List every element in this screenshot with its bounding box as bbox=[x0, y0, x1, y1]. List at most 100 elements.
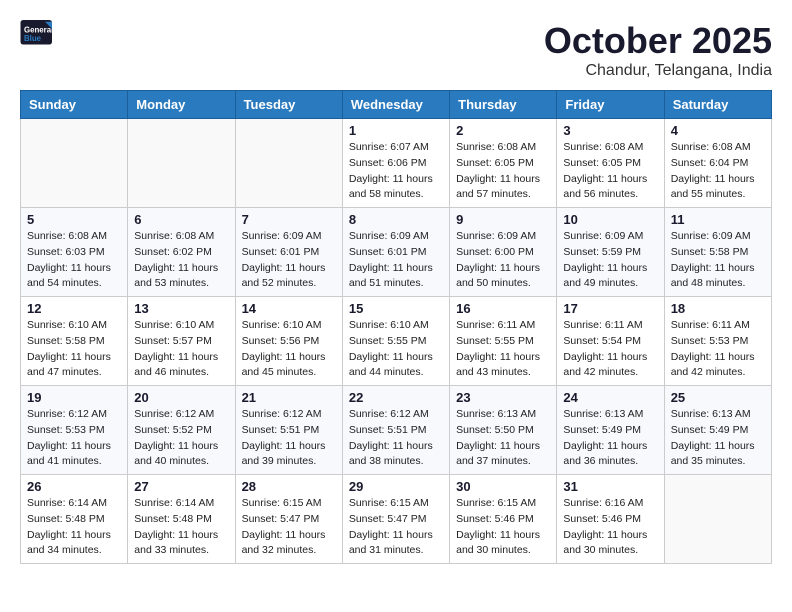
day-info: Sunrise: 6:07 AMSunset: 6:06 PMDaylight:… bbox=[349, 140, 443, 203]
calendar-cell: 10Sunrise: 6:09 AMSunset: 5:59 PMDayligh… bbox=[557, 208, 664, 297]
calendar-cell bbox=[128, 119, 235, 208]
weekday-header-saturday: Saturday bbox=[664, 91, 771, 119]
day-info: Sunrise: 6:11 AMSunset: 5:54 PMDaylight:… bbox=[563, 318, 657, 381]
day-number: 30 bbox=[456, 479, 550, 494]
day-info: Sunrise: 6:10 AMSunset: 5:56 PMDaylight:… bbox=[242, 318, 336, 381]
day-info: Sunrise: 6:13 AMSunset: 5:50 PMDaylight:… bbox=[456, 407, 550, 470]
day-info: Sunrise: 6:12 AMSunset: 5:51 PMDaylight:… bbox=[242, 407, 336, 470]
day-info: Sunrise: 6:12 AMSunset: 5:53 PMDaylight:… bbox=[27, 407, 121, 470]
day-number: 4 bbox=[671, 123, 765, 138]
day-number: 16 bbox=[456, 301, 550, 316]
day-info: Sunrise: 6:09 AMSunset: 6:00 PMDaylight:… bbox=[456, 229, 550, 292]
weekday-header-row: SundayMondayTuesdayWednesdayThursdayFrid… bbox=[21, 91, 772, 119]
day-number: 1 bbox=[349, 123, 443, 138]
calendar-cell: 7 Sunrise: 6:09 AMSunset: 6:01 PMDaylight… bbox=[235, 208, 342, 297]
svg-text:Blue: Blue bbox=[24, 34, 42, 43]
calendar-cell: 15 Sunrise: 6:10 AMSunset: 5:55 PMDayligh… bbox=[342, 297, 449, 386]
weekday-header-monday: Monday bbox=[128, 91, 235, 119]
day-number: 19 bbox=[27, 390, 121, 405]
day-number: 17 bbox=[563, 301, 657, 316]
day-info: Sunrise: 6:08 AMSunset: 6:05 PMDaylight:… bbox=[456, 140, 550, 203]
calendar-cell: 18Sunrise: 6:11 AMSunset: 5:53 PMDayligh… bbox=[664, 297, 771, 386]
day-number: 7 bbox=[242, 212, 336, 227]
day-info: Sunrise: 6:12 AMSunset: 5:51 PMDaylight:… bbox=[349, 407, 443, 470]
day-info: Sunrise: 6:11 AMSunset: 5:53 PMDaylight:… bbox=[671, 318, 765, 381]
day-number: 15 bbox=[349, 301, 443, 316]
day-info: Sunrise: 6:13 AMSunset: 5:49 PMDaylight:… bbox=[671, 407, 765, 470]
title-area: October 2025 Chandur, Telangana, India bbox=[544, 20, 772, 80]
day-number: 31 bbox=[563, 479, 657, 494]
calendar-cell: 27 Sunrise: 6:14 AMSunset: 5:48 PMDayligh… bbox=[128, 475, 235, 564]
day-number: 11 bbox=[671, 212, 765, 227]
day-number: 2 bbox=[456, 123, 550, 138]
calendar-cell: 28 Sunrise: 6:15 AMSunset: 5:47 PMDayligh… bbox=[235, 475, 342, 564]
day-info: Sunrise: 6:15 AMSunset: 5:47 PMDaylight:… bbox=[242, 496, 336, 559]
day-number: 27 bbox=[134, 479, 228, 494]
day-number: 23 bbox=[456, 390, 550, 405]
calendar-table: SundayMondayTuesdayWednesdayThursdayFrid… bbox=[20, 90, 772, 564]
day-info: Sunrise: 6:10 AMSunset: 5:55 PMDaylight:… bbox=[349, 318, 443, 381]
calendar-cell: 3 Sunrise: 6:08 AMSunset: 6:05 PMDaylight… bbox=[557, 119, 664, 208]
day-number: 10 bbox=[563, 212, 657, 227]
svg-text:General: General bbox=[24, 25, 53, 34]
calendar-cell bbox=[235, 119, 342, 208]
day-info: Sunrise: 6:08 AMSunset: 6:03 PMDaylight:… bbox=[27, 229, 121, 292]
day-info: Sunrise: 6:10 AMSunset: 5:57 PMDaylight:… bbox=[134, 318, 228, 381]
calendar-week-5: 26Sunrise: 6:14 AMSunset: 5:48 PMDayligh… bbox=[21, 475, 772, 564]
day-info: Sunrise: 6:11 AMSunset: 5:55 PMDaylight:… bbox=[456, 318, 550, 381]
day-info: Sunrise: 6:10 AMSunset: 5:58 PMDaylight:… bbox=[27, 318, 121, 381]
calendar-cell: 19 Sunrise: 6:12 AMSunset: 5:53 PMDayligh… bbox=[21, 386, 128, 475]
day-info: Sunrise: 6:09 AMSunset: 6:01 PMDaylight:… bbox=[349, 229, 443, 292]
day-number: 5 bbox=[27, 212, 121, 227]
day-info: Sunrise: 6:16 AMSunset: 5:46 PMDaylight:… bbox=[563, 496, 657, 559]
calendar-cell: 23 Sunrise: 6:13 AMSunset: 5:50 PMDayligh… bbox=[450, 386, 557, 475]
weekday-header-sunday: Sunday bbox=[21, 91, 128, 119]
day-number: 14 bbox=[242, 301, 336, 316]
day-info: Sunrise: 6:08 AMSunset: 6:02 PMDaylight:… bbox=[134, 229, 228, 292]
calendar-cell: 4 Sunrise: 6:08 AMSunset: 6:04 PMDaylight… bbox=[664, 119, 771, 208]
calendar-cell: 22 Sunrise: 6:12 AMSunset: 5:51 PMDayligh… bbox=[342, 386, 449, 475]
day-number: 22 bbox=[349, 390, 443, 405]
calendar-week-4: 19 Sunrise: 6:12 AMSunset: 5:53 PMDayligh… bbox=[21, 386, 772, 475]
calendar-cell: 17 Sunrise: 6:11 AMSunset: 5:54 PMDayligh… bbox=[557, 297, 664, 386]
calendar-cell: 20 Sunrise: 6:12 AMSunset: 5:52 PMDayligh… bbox=[128, 386, 235, 475]
calendar-cell: 6Sunrise: 6:08 AMSunset: 6:02 PMDaylight… bbox=[128, 208, 235, 297]
calendar-cell: 21 Sunrise: 6:12 AMSunset: 5:51 PMDayligh… bbox=[235, 386, 342, 475]
calendar-cell: 5 Sunrise: 6:08 AMSunset: 6:03 PMDaylight… bbox=[21, 208, 128, 297]
calendar-cell: 9 Sunrise: 6:09 AMSunset: 6:00 PMDaylight… bbox=[450, 208, 557, 297]
calendar-cell: 12 Sunrise: 6:10 AMSunset: 5:58 PMDayligh… bbox=[21, 297, 128, 386]
day-info: Sunrise: 6:09 AMSunset: 6:01 PMDaylight:… bbox=[242, 229, 336, 292]
weekday-header-thursday: Thursday bbox=[450, 91, 557, 119]
day-info: Sunrise: 6:15 AMSunset: 5:47 PMDaylight:… bbox=[349, 496, 443, 559]
calendar-cell: 16 Sunrise: 6:11 AMSunset: 5:55 PMDayligh… bbox=[450, 297, 557, 386]
weekday-header-friday: Friday bbox=[557, 91, 664, 119]
calendar-cell: 31 Sunrise: 6:16 AMSunset: 5:46 PMDayligh… bbox=[557, 475, 664, 564]
day-info: Sunrise: 6:08 AMSunset: 6:05 PMDaylight:… bbox=[563, 140, 657, 203]
calendar-week-2: 5 Sunrise: 6:08 AMSunset: 6:03 PMDaylight… bbox=[21, 208, 772, 297]
day-number: 12 bbox=[27, 301, 121, 316]
day-number: 20 bbox=[134, 390, 228, 405]
day-number: 3 bbox=[563, 123, 657, 138]
calendar-subtitle: Chandur, Telangana, India bbox=[544, 62, 772, 80]
day-number: 29 bbox=[349, 479, 443, 494]
day-info: Sunrise: 6:08 AMSunset: 6:04 PMDaylight:… bbox=[671, 140, 765, 203]
day-info: Sunrise: 6:14 AMSunset: 5:48 PMDaylight:… bbox=[134, 496, 228, 559]
calendar-cell: 2 Sunrise: 6:08 AMSunset: 6:05 PMDaylight… bbox=[450, 119, 557, 208]
day-number: 13 bbox=[134, 301, 228, 316]
day-number: 28 bbox=[242, 479, 336, 494]
calendar-cell: 14 Sunrise: 6:10 AMSunset: 5:56 PMDayligh… bbox=[235, 297, 342, 386]
day-number: 8 bbox=[349, 212, 443, 227]
day-number: 9 bbox=[456, 212, 550, 227]
page-header: General Blue October 2025 Chandur, Telan… bbox=[20, 20, 772, 80]
calendar-cell bbox=[21, 119, 128, 208]
calendar-cell: 11Sunrise: 6:09 AMSunset: 5:58 PMDayligh… bbox=[664, 208, 771, 297]
calendar-cell: 13 Sunrise: 6:10 AMSunset: 5:57 PMDayligh… bbox=[128, 297, 235, 386]
day-info: Sunrise: 6:12 AMSunset: 5:52 PMDaylight:… bbox=[134, 407, 228, 470]
calendar-week-3: 12 Sunrise: 6:10 AMSunset: 5:58 PMDayligh… bbox=[21, 297, 772, 386]
calendar-cell: 30Sunrise: 6:15 AMSunset: 5:46 PMDayligh… bbox=[450, 475, 557, 564]
calendar-cell: 26Sunrise: 6:14 AMSunset: 5:48 PMDayligh… bbox=[21, 475, 128, 564]
weekday-header-tuesday: Tuesday bbox=[235, 91, 342, 119]
weekday-header-wednesday: Wednesday bbox=[342, 91, 449, 119]
day-number: 21 bbox=[242, 390, 336, 405]
logo-icon: General Blue bbox=[20, 20, 56, 48]
